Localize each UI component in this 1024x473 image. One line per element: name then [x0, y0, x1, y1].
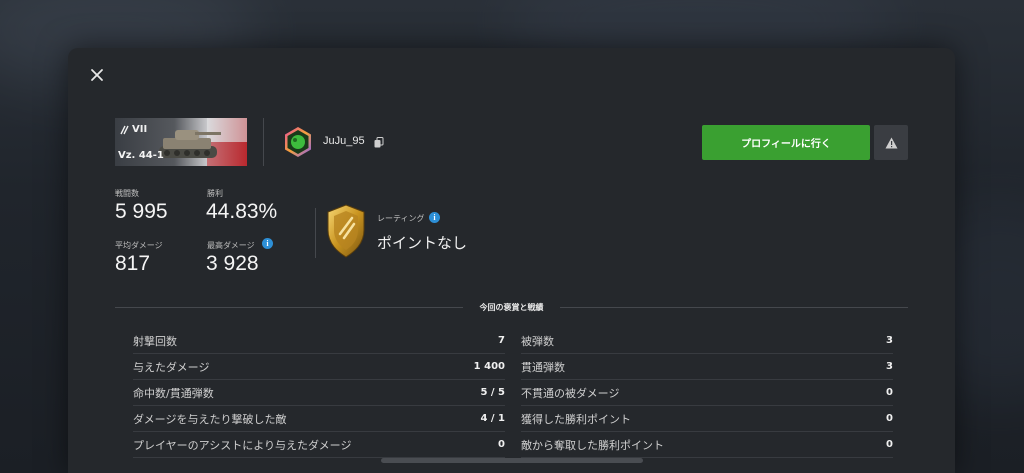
rating-badge-icon	[327, 204, 365, 258]
stat-row-label: 命中数/貫通弾数	[133, 386, 214, 400]
stat-row: 不貫通の被ダメージ 0	[521, 380, 893, 406]
battles-value: 5 995	[115, 200, 168, 223]
horizontal-scrollbar[interactable]	[381, 458, 643, 463]
stat-row: ダメージを与えたり撃破した敵 4 / 1	[133, 406, 505, 432]
winrate-value: 44.83%	[206, 200, 278, 223]
stat-row: 貫通弾数 3	[521, 354, 893, 380]
stat-row: プレイヤーのアシストにより与えたダメージ 0	[133, 432, 505, 458]
stat-row-value: 5 / 5	[480, 387, 505, 398]
stat-row-value: 0	[498, 439, 505, 450]
winrate-label: 勝利	[207, 189, 223, 198]
stat-row-label: 貫通弾数	[521, 360, 565, 374]
stat-row-value: 1 400	[473, 361, 505, 372]
stat-row: 射撃回数 7	[133, 328, 505, 354]
stat-row-value: 0	[886, 413, 893, 424]
rating-info-icon[interactable]: i	[429, 212, 440, 223]
stat-row-label: 被弾数	[521, 334, 554, 348]
vehicle-name: Vz. 44-1	[118, 150, 164, 161]
max-damage-value: 3 928	[206, 252, 259, 275]
info-icon[interactable]: i	[262, 238, 273, 249]
stat-row-value: 3	[886, 361, 893, 372]
max-damage-label: 最高ダメージ	[207, 241, 255, 250]
stat-row-label: 不貫通の被ダメージ	[521, 386, 620, 400]
stat-row: 命中数/貫通弾数 5 / 5	[133, 380, 505, 406]
divider	[315, 208, 316, 258]
stat-row-value: 3	[886, 335, 893, 346]
stat-row-label: 与えたダメージ	[133, 360, 210, 374]
player-avatar[interactable]	[282, 126, 314, 158]
player-name: JuJu_95	[323, 135, 365, 147]
stat-row: 被弾数 3	[521, 328, 893, 354]
close-button[interactable]	[88, 68, 106, 86]
go-to-profile-button[interactable]: プロフィールに行く	[702, 125, 870, 160]
stat-row: 獲得した勝利ポイント 0	[521, 406, 893, 432]
stat-row-value: 0	[886, 387, 893, 398]
stat-row-label: 敵から奪取した勝利ポイント	[521, 438, 664, 452]
stat-row-label: 射撃回数	[133, 334, 177, 348]
tier-label: VII	[119, 124, 147, 135]
close-icon	[91, 69, 103, 81]
rating-value: ポイントなし	[377, 234, 468, 252]
stat-row-label: ダメージを与えたり撃破した敵	[133, 412, 287, 426]
vehicle-card[interactable]: VII Vz. 44-1	[115, 118, 247, 166]
rating-label: レーティング	[377, 214, 425, 223]
stat-row-label: プレイヤーのアシストにより与えたダメージ	[133, 438, 352, 452]
report-button[interactable]	[874, 125, 908, 160]
avg-damage-label: 平均ダメージ	[115, 241, 163, 250]
player-info-dialog: VII Vz. 44-1 JuJu_95 プロフィールに行く 戦闘数 5 995…	[68, 48, 955, 473]
divider	[263, 118, 264, 166]
battles-label: 戦闘数	[115, 189, 139, 198]
stat-row-label: 獲得した勝利ポイント	[521, 412, 631, 426]
stat-row: 与えたダメージ 1 400	[133, 354, 505, 380]
stat-row-value: 4 / 1	[480, 413, 505, 424]
stat-row-value: 7	[498, 335, 505, 346]
warning-icon	[885, 137, 897, 148]
tier-text: VII	[132, 124, 148, 135]
stat-row: 敵から奪取した勝利ポイント 0	[521, 432, 893, 458]
section-title: 今回の褒賞と戦績	[479, 303, 544, 312]
copy-icon[interactable]	[374, 137, 384, 148]
tank-class-icon	[120, 125, 129, 134]
avg-damage-value: 817	[115, 252, 151, 275]
stat-row-value: 0	[886, 439, 893, 450]
